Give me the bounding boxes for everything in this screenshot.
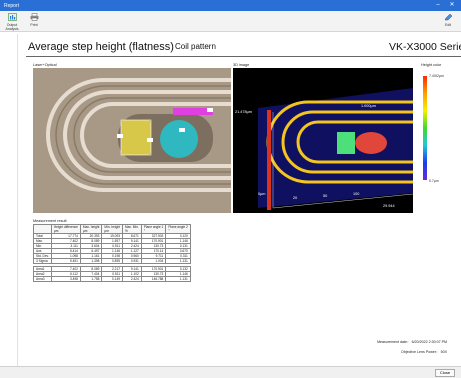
table-cell: Std. Dev. [33,253,52,259]
left-margin [0,33,17,366]
table-cell: 2.424 [122,276,142,282]
close-window-button[interactable]: ✕ [447,1,457,10]
colorbar-min-label: 0.7µm [429,179,439,183]
table-header-cell: Plane angle 2 ° [165,224,191,234]
optical-image-label: Laser+Optical [33,63,57,67]
axis3d-tick-3: 100 [353,192,360,196]
axis3d-right-label: 1.000µm [361,104,376,108]
height-3d-image[interactable]: 21.478µm 1.000µm 0µm 20 50 100 29.944 [233,68,413,213]
table-cell: 1.758 [79,276,103,282]
edit-button[interactable]: Edit [438,13,458,31]
output-analysis-label: Output Analysis [5,23,19,31]
table-cell: Area3 [33,276,52,282]
optical-image[interactable] [33,68,231,213]
table-cell: 3.498 [50,276,81,282]
axis3d-origin: 0µm [258,192,266,196]
close-button[interactable]: Close [435,369,455,377]
output-analysis-button[interactable]: Output Analysis [2,13,22,31]
objective-lens: Objective Lens Power： 50X [401,350,447,354]
print-icon [30,13,38,21]
height-colorbar [423,76,427,180]
colorbar-max-label: 7.40ℓ2µm [429,74,444,78]
edit-label: Edit [444,23,452,27]
header-divider [26,56,461,57]
model-name: VK-X3000 Series [389,41,461,53]
table-caption: Measurement result [33,219,67,223]
status-bar: Close [0,366,461,378]
table-cell: 1.131 [165,276,191,282]
coil-photo [33,68,231,213]
table-cell: 0.149 [101,276,123,282]
report-title: Average step height (flatness) [28,41,174,53]
report-subtitle: Coil pattern [175,42,216,51]
window-title: Report [4,3,20,9]
minimize-button[interactable]: – [433,1,443,10]
height-color-label: Height color [421,63,442,67]
table-row: Area3 3.498 1.758 0.149 2.424 146.788 1.131 [33,276,191,282]
axis3d-tick-1: 20 [293,196,298,200]
toolbar: Output Analysis Print Edit [0,11,461,32]
print-label: Print [30,23,38,27]
table-header-cell: Min. height µm [101,224,123,234]
axis3d-tick-2: 50 [323,194,328,198]
edit-icon [444,13,452,21]
axis3d-left-label: 21.478µm [235,110,252,114]
table-header-cell: Height difference µm [50,224,81,234]
table-header-cell: Plane angle 1 ° [140,224,167,234]
table-cell: 146.788 [140,276,167,282]
table-header-cell [33,224,52,234]
table-header-cell: Max. Min.% [122,224,142,234]
title-bar: Report – ✕ [0,0,461,11]
image3d-label: 3D image [233,63,250,67]
print-button[interactable]: Print [24,13,44,31]
table-header-row: Height difference µm Max. height µm Min. hei… [33,224,191,234]
report-page: Average step height (flatness) Coil patt… [17,34,461,366]
measurement-date: Measurement date： 6/20/2022 2:30:07 PM [377,340,447,344]
axis3d-end: 29.944 [383,204,395,208]
measurement-table: Height difference µm Max. height µm Min. hei… [33,224,191,282]
table-header-cell: Max. height µm [79,224,103,234]
report-icon [7,13,17,21]
